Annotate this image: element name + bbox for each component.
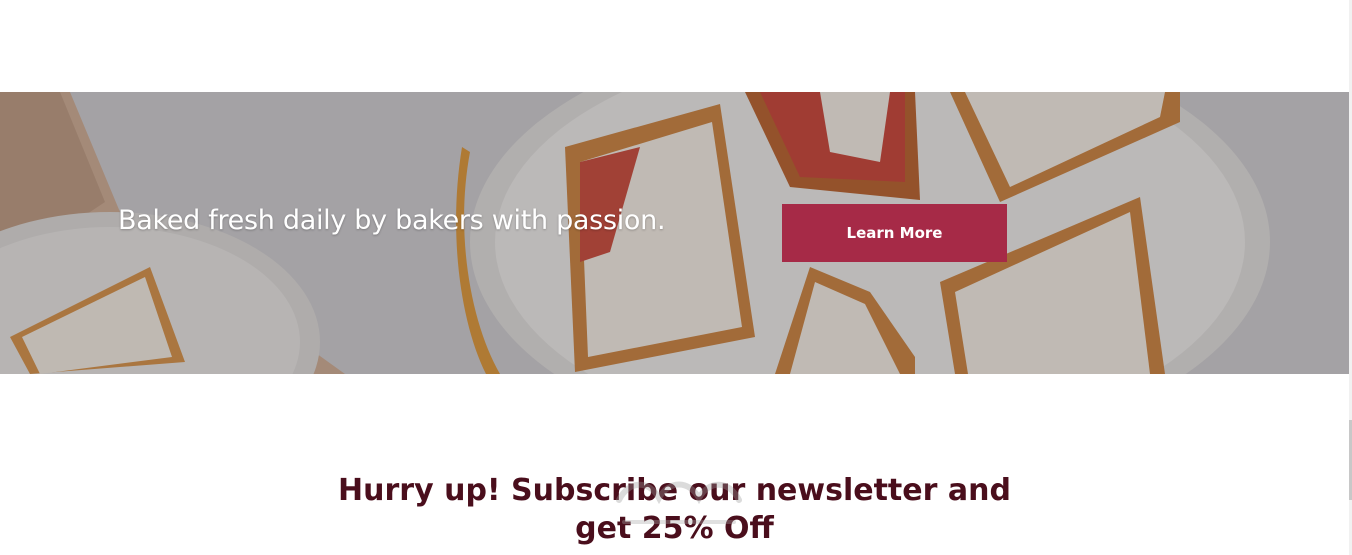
newsletter-heading: Hurry up! Subscribe our newsletter and g… — [0, 472, 1349, 548]
newsletter-heading-line1: Hurry up! Subscribe our newsletter and — [338, 473, 1011, 508]
newsletter-heading-line2: get 25% Off — [575, 511, 774, 546]
hero-banner: Baked fresh daily by bakers with passion… — [0, 92, 1349, 374]
learn-more-button[interactable]: Learn More — [782, 204, 1007, 262]
hero-tagline: Baked fresh daily by bakers with passion… — [118, 205, 666, 236]
